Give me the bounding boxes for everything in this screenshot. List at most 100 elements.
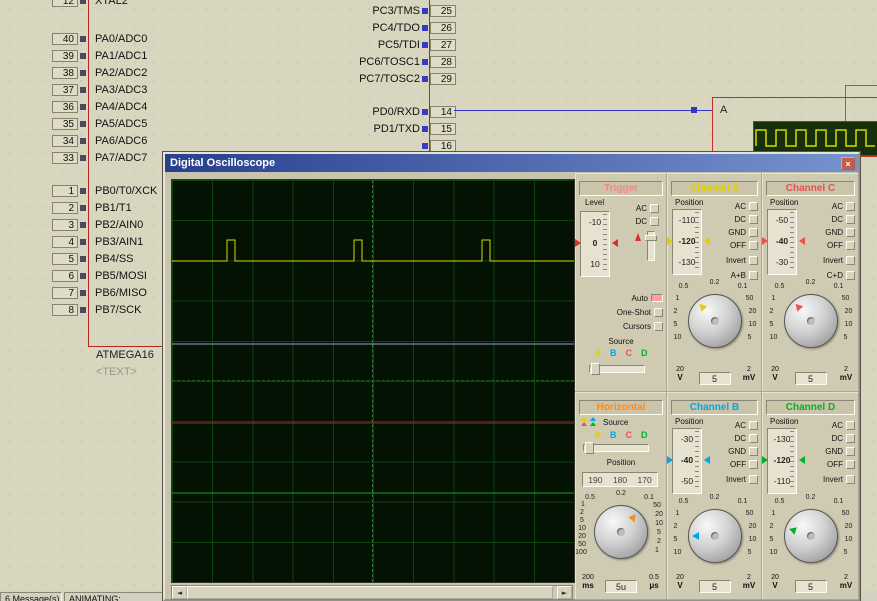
pin-row[interactable]: 39 PA1/ADC1 [52,48,147,65]
invert-button[interactable] [846,475,855,484]
ac-button[interactable] [749,202,758,211]
source-d[interactable]: D [641,430,648,440]
source-d[interactable]: D [641,348,648,358]
slider-handle[interactable] [585,442,594,454]
ac-button[interactable] [846,202,855,211]
dc-button[interactable] [846,434,855,443]
dc-button[interactable] [650,217,659,226]
pin-row[interactable]: PC4/TDO 26 [342,19,456,36]
pin-row[interactable]: PD0/RXD 14 [342,103,456,120]
off-button[interactable] [846,460,855,469]
channel-c-scale-value[interactable]: 5 [795,372,827,385]
scale-label: 5 [574,517,590,524]
sum-button[interactable] [749,271,758,280]
pin-row[interactable]: 38 PA2/ADC2 [52,65,147,82]
channel-b-scale-value[interactable]: 5 [699,580,731,593]
gnd-button[interactable] [846,228,855,237]
channel-d-position-drum[interactable]: -130-120-110 [767,428,797,494]
channel-d-scale-value[interactable]: 5 [795,580,827,593]
pin-row[interactable]: PC6/TOSC1 28 [342,53,456,70]
pin-row[interactable]: 6 PB5/MOSI [52,267,157,284]
pin-row[interactable]: 8 PB7/SCK [52,301,157,318]
pin-row[interactable]: 3 PB2/AIN0 [52,217,157,234]
channel-a-gain-knob[interactable] [688,294,742,348]
scroll-right-icon[interactable]: ► [557,586,572,599]
pin-row[interactable]: PC3/TMS 25 [342,2,456,19]
gnd-button[interactable] [846,447,855,456]
dc-button[interactable] [749,434,758,443]
rxd-wire[interactable] [454,110,694,111]
sum-button[interactable] [846,271,855,280]
trigger-level-drum[interactable]: -10010 [580,211,610,277]
timebase-value[interactable]: 5u [605,580,637,593]
scrollbar-thumb[interactable] [187,586,553,599]
pin-row[interactable]: 36 PA4/ADC4 [52,99,147,116]
channel-a-position-drum[interactable]: -110-120-130 [672,209,702,275]
pin-row[interactable]: PC5/TDI 27 [342,36,456,53]
pin-row[interactable]: 35 PA5/ADC5 [52,115,147,132]
pin-row[interactable]: 37 PA3/ADC3 [52,82,147,99]
pin-row[interactable]: PD1/TXD 15 [342,120,456,137]
horizontal-position-drum[interactable]: 190180170 [582,472,658,487]
pin-row[interactable]: 34 PA6/ADC6 [52,132,147,149]
trigger-edge-slider[interactable] [647,231,655,261]
scale-label: 1 [575,501,591,508]
channel-d-gain-knob[interactable] [784,509,838,563]
slider-handle[interactable] [645,235,657,241]
scale-label: 5 [838,549,854,556]
scroll-left-icon[interactable]: ◄ [172,586,187,599]
pin-row[interactable]: 5 PB4/SS [52,251,157,268]
source-c[interactable]: C [626,430,633,440]
ac-button[interactable] [846,421,855,430]
source-c[interactable]: C [626,348,633,358]
one-shot-button[interactable] [654,308,663,317]
close-icon[interactable]: × [841,157,855,170]
position-label: Position [675,198,703,207]
pin-row[interactable]: 7 PB6/MISO [52,284,157,301]
scale-label: 10 [841,536,857,543]
dc-button[interactable] [846,215,855,224]
pin-pad [422,76,428,82]
off-button[interactable] [749,460,758,469]
invert-button[interactable] [749,256,758,265]
trigger-source-slider[interactable] [589,365,645,373]
horizontal-header: Horizontal [579,400,663,415]
auto-indicator-button[interactable] [651,294,663,302]
scope-display[interactable] [171,179,575,583]
window-titlebar[interactable]: Digital Oscilloscope × [165,154,858,172]
cursors-button[interactable] [654,322,663,331]
off-button[interactable] [749,241,758,250]
pin-row[interactable]: 4 PB3/AIN1 [52,234,157,251]
channel-c-gain-knob[interactable] [784,294,838,348]
source-a[interactable]: A [595,430,602,440]
gnd-button[interactable] [749,447,758,456]
display-scrollbar[interactable]: ◄ ► [171,585,573,600]
oscilloscope-instrument-symbol[interactable]: A [712,97,877,157]
pin-row[interactable]: PC7/TOSC2 29 [342,70,456,87]
ac-button[interactable] [650,204,659,213]
source-a[interactable]: A [595,348,602,358]
source-b[interactable]: B [610,348,617,358]
pin-row[interactable]: 33 PA7/ADC7 [52,149,147,166]
gnd-button[interactable] [749,228,758,237]
pin-row[interactable]: 2 PB1/T1 [52,200,157,217]
probe-wire[interactable] [697,110,712,111]
horizontal-source-slider[interactable] [583,444,649,452]
slider-handle[interactable] [591,363,600,375]
channel-a-scale-value[interactable]: 5 [699,372,731,385]
messages-status[interactable]: 6 Message(s) [0,592,62,601]
channel-c-position-drum[interactable]: -50-40-30 [767,209,797,275]
ac-button[interactable] [749,421,758,430]
timebase-knob[interactable] [594,505,648,559]
instrument-wire-horizontal[interactable] [845,85,877,86]
invert-button[interactable] [846,256,855,265]
channel-b-position-drum[interactable]: -30-40-50 [672,428,702,494]
pin-row[interactable]: 1 PB0/T0/XCK [52,183,157,200]
source-b[interactable]: B [610,430,617,440]
off-button[interactable] [846,241,855,250]
invert-button[interactable] [749,475,758,484]
channel-b-gain-knob[interactable] [688,509,742,563]
pin-row[interactable]: 40 PA0/ADC0 [52,31,147,48]
dc-button[interactable] [749,215,758,224]
pin-row[interactable]: 12 XTAL2 [52,0,128,10]
